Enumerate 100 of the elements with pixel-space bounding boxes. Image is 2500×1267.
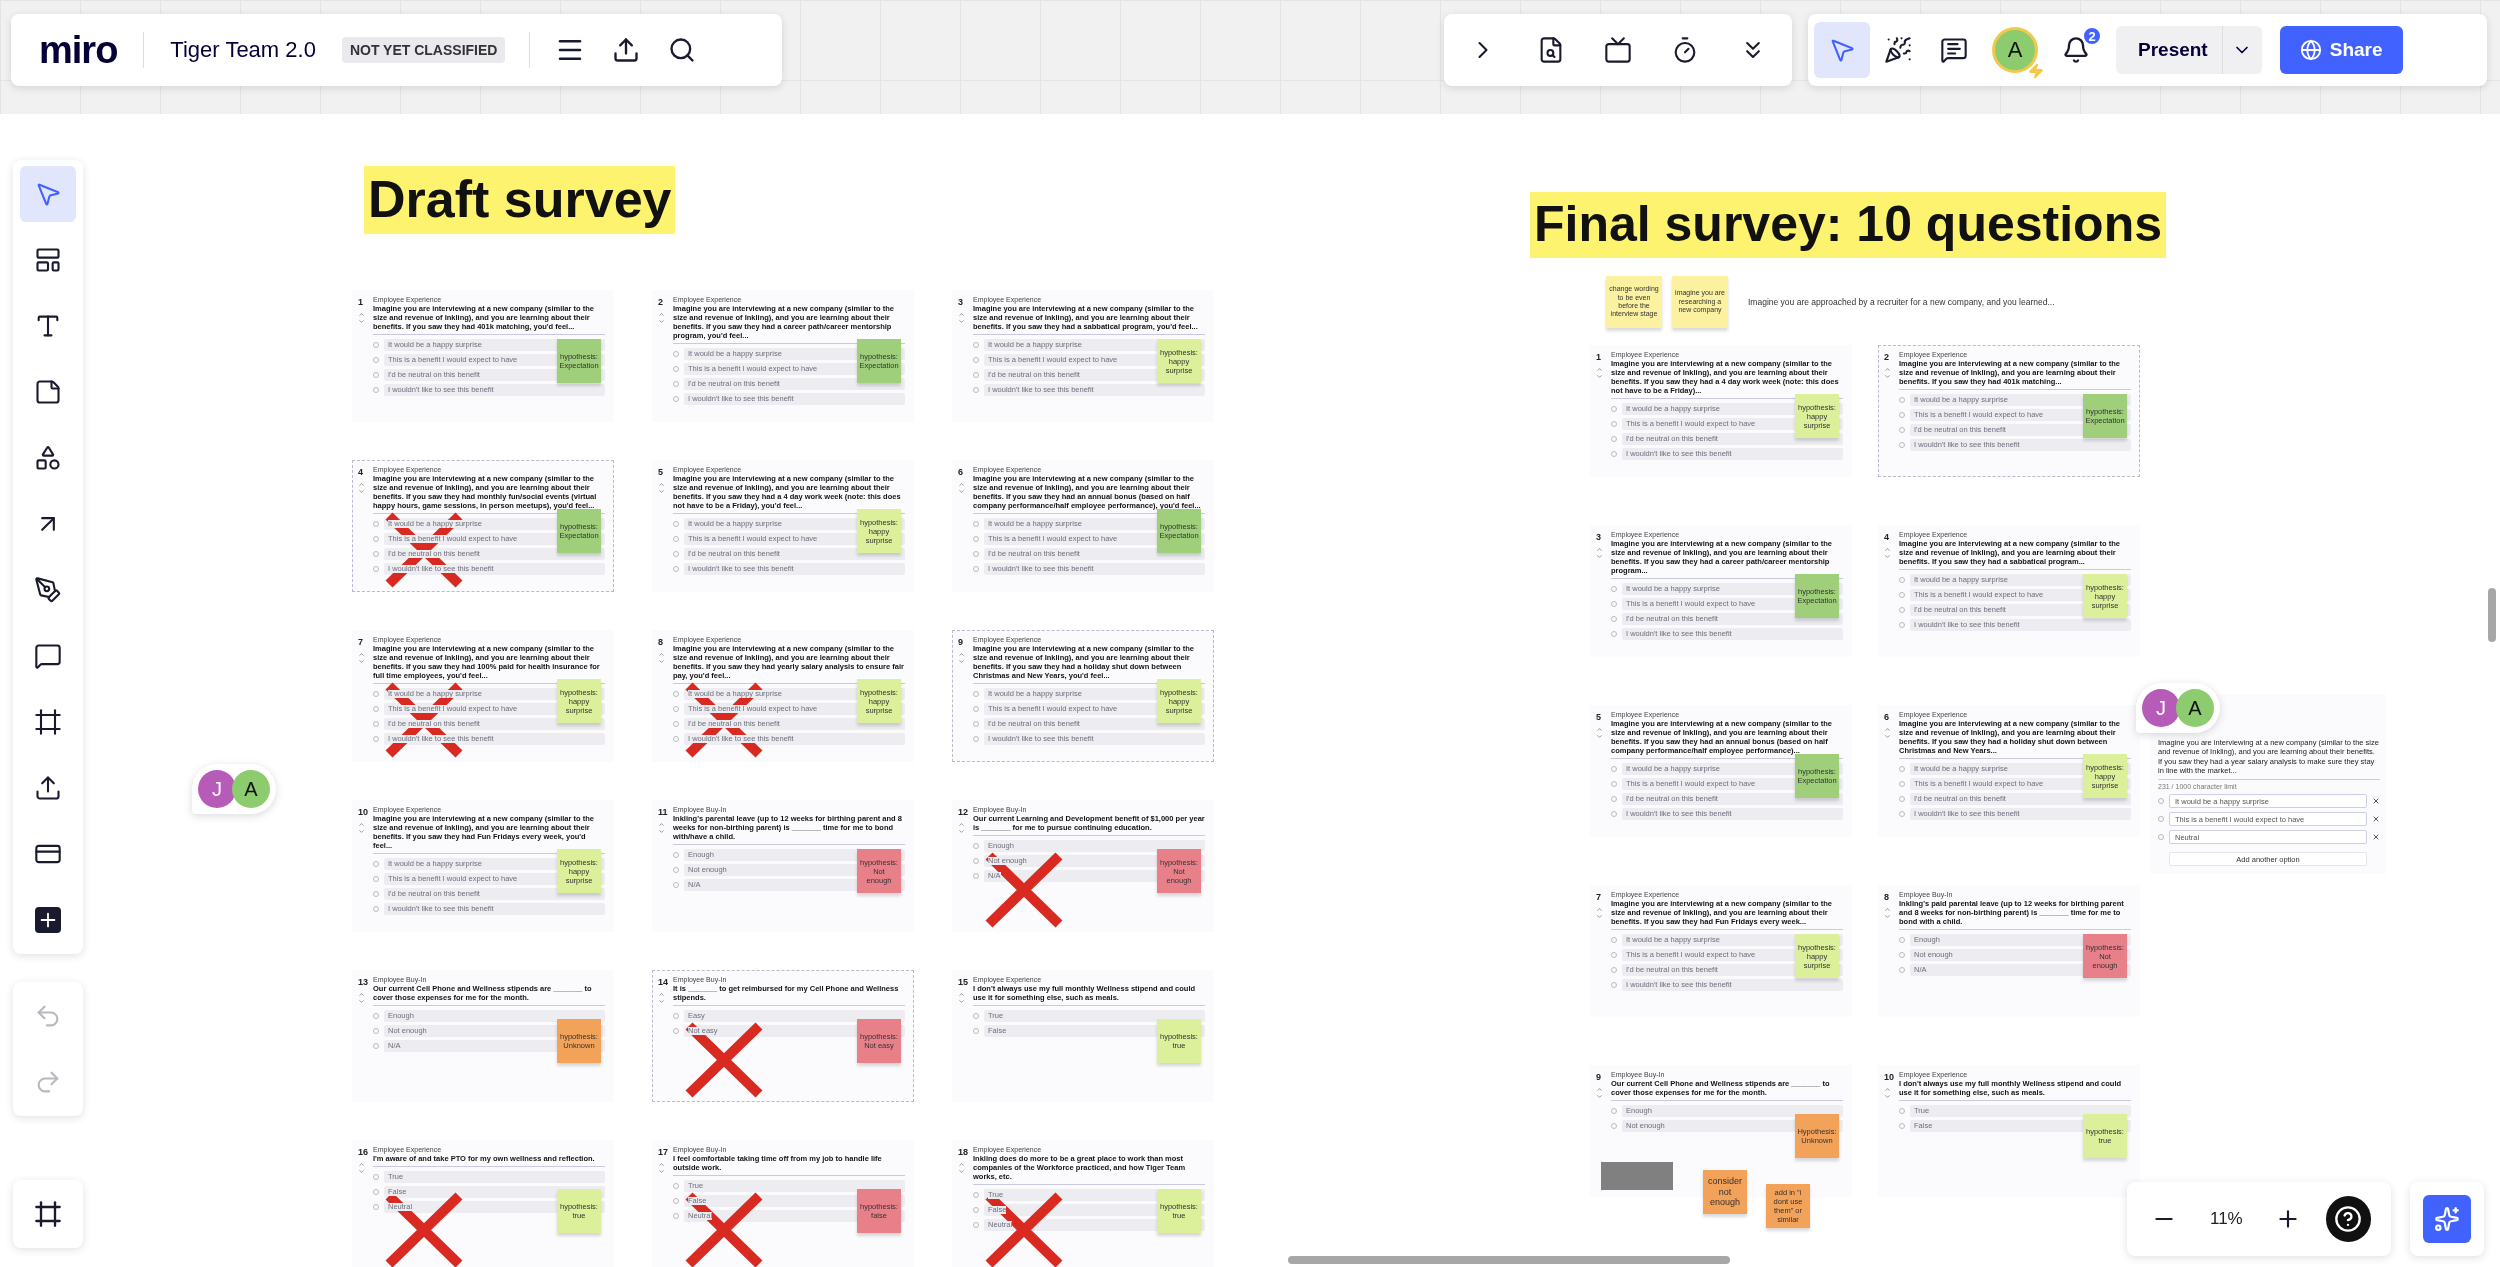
move-up-icon[interactable] <box>358 481 365 488</box>
question-number: 7 <box>1596 892 1601 902</box>
move-up-icon[interactable] <box>358 651 365 658</box>
move-up-icon[interactable] <box>658 821 665 828</box>
user-avatar: J <box>2142 689 2180 727</box>
question-number: 1 <box>358 297 363 307</box>
move-up-icon[interactable] <box>1884 546 1891 553</box>
move-up-icon[interactable] <box>1884 366 1891 373</box>
question-number: 17 <box>658 1147 668 1157</box>
move-down-icon[interactable] <box>358 658 365 665</box>
remove-icon[interactable] <box>2372 832 2380 841</box>
move-down-icon[interactable] <box>958 828 965 835</box>
move-down-icon[interactable] <box>358 318 365 325</box>
question-number: 10 <box>358 807 368 817</box>
question-number: 2 <box>1884 352 1889 362</box>
move-down-icon[interactable] <box>958 658 965 665</box>
move-up-icon[interactable] <box>958 311 965 318</box>
move-up-icon[interactable] <box>1596 906 1603 913</box>
question-number: 4 <box>1884 532 1889 542</box>
question-number: 14 <box>658 977 668 987</box>
question-number: 3 <box>1596 532 1601 542</box>
move-up-icon[interactable] <box>658 651 665 658</box>
question-number: 6 <box>1884 712 1889 722</box>
move-up-icon[interactable] <box>658 311 665 318</box>
classification-badge[interactable]: NOT YET CLASSIFIED <box>341 37 506 63</box>
move-down-icon[interactable] <box>358 488 365 495</box>
move-up-icon[interactable] <box>958 991 965 998</box>
move-down-icon[interactable] <box>1596 913 1603 920</box>
move-down-icon[interactable] <box>658 1168 665 1175</box>
move-up-icon[interactable] <box>658 481 665 488</box>
user-avatar[interactable]: A <box>1992 27 2038 73</box>
section-heading: Final survey: 10 questions <box>1530 192 2166 258</box>
move-down-icon[interactable] <box>658 828 665 835</box>
cursor-icon[interactable] <box>1814 22 1870 78</box>
user-avatar: A <box>232 770 270 808</box>
move-down-icon[interactable] <box>1884 913 1891 920</box>
move-down-icon[interactable] <box>658 658 665 665</box>
move-down-icon[interactable] <box>1596 373 1603 380</box>
move-down-icon[interactable] <box>1596 553 1603 560</box>
miro-logo[interactable]: miro <box>11 28 144 72</box>
move-down-icon[interactable] <box>658 998 665 1005</box>
move-up-icon[interactable] <box>358 991 365 998</box>
move-up-icon[interactable] <box>1884 906 1891 913</box>
move-up-icon[interactable] <box>958 821 965 828</box>
move-up-icon[interactable] <box>958 481 965 488</box>
remove-icon[interactable] <box>2372 814 2380 823</box>
move-up-icon[interactable] <box>658 1161 665 1168</box>
move-down-icon[interactable] <box>1596 733 1603 740</box>
move-up-icon[interactable] <box>1884 726 1891 733</box>
move-up-icon[interactable] <box>958 651 965 658</box>
question-number: 11 <box>658 807 668 817</box>
question-number: 18 <box>958 1147 968 1157</box>
question-number: 6 <box>958 467 963 477</box>
question-number: 8 <box>658 637 663 647</box>
question-number: 4 <box>358 467 363 477</box>
scrollbar[interactable] <box>1288 1256 1730 1264</box>
move-down-icon[interactable] <box>358 998 365 1005</box>
move-up-icon[interactable] <box>1596 726 1603 733</box>
move-down-icon[interactable] <box>358 828 365 835</box>
question-number: 5 <box>658 467 663 477</box>
move-down-icon[interactable] <box>958 1168 965 1175</box>
question-number: 8 <box>1884 892 1889 902</box>
move-down-icon[interactable] <box>358 1168 365 1175</box>
move-down-icon[interactable] <box>1884 373 1891 380</box>
question-number: 1 <box>1596 352 1601 362</box>
sticky-note[interactable]: consider not enough <box>1703 1170 1747 1214</box>
user-avatar: A <box>2176 689 2214 727</box>
move-up-icon[interactable] <box>358 1161 365 1168</box>
question-number: 15 <box>958 977 968 987</box>
move-up-icon[interactable] <box>1596 1086 1603 1093</box>
move-down-icon[interactable] <box>958 998 965 1005</box>
move-up-icon[interactable] <box>658 991 665 998</box>
move-down-icon[interactable] <box>958 318 965 325</box>
move-down-icon[interactable] <box>1596 1093 1603 1100</box>
bolt-icon <box>2028 63 2044 79</box>
sparkle-icon[interactable] <box>2423 1195 2471 1243</box>
move-down-icon[interactable] <box>658 488 665 495</box>
board-title[interactable]: Tiger Team 2.0 <box>144 37 342 63</box>
question-number: 10 <box>1884 1072 1894 1082</box>
zoom-level[interactable]: 11% <box>2191 1209 2261 1229</box>
move-down-icon[interactable] <box>658 318 665 325</box>
move-up-icon[interactable] <box>1884 1086 1891 1093</box>
move-down-icon[interactable] <box>1884 553 1891 560</box>
select-tool-icon[interactable] <box>20 166 76 222</box>
help-icon[interactable] <box>2325 1196 2371 1242</box>
question-number: 9 <box>1596 1072 1601 1082</box>
share-button[interactable]: Share <box>2279 26 2403 74</box>
remove-icon[interactable] <box>2372 796 2380 805</box>
scrollbar[interactable] <box>2488 588 2496 642</box>
move-up-icon[interactable] <box>1596 546 1603 553</box>
move-down-icon[interactable] <box>1884 733 1891 740</box>
move-up-icon[interactable] <box>958 1161 965 1168</box>
move-up-icon[interactable] <box>358 311 365 318</box>
move-down-icon[interactable] <box>1884 1093 1891 1100</box>
notifications-button[interactable]: 2 <box>2048 22 2104 78</box>
move-up-icon[interactable] <box>1596 366 1603 373</box>
move-up-icon[interactable] <box>358 821 365 828</box>
question-number: 12 <box>958 807 968 817</box>
question-number: 13 <box>358 977 368 987</box>
move-down-icon[interactable] <box>958 488 965 495</box>
